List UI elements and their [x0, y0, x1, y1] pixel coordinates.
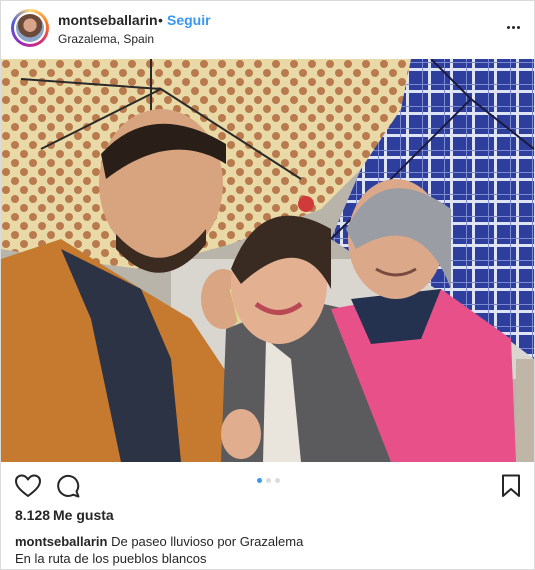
more-options-icon[interactable]: [506, 19, 522, 35]
post-photo[interactable]: [1, 59, 534, 462]
instagram-post: montseballarin • Seguir Grazalema, Spain: [0, 0, 535, 570]
more-dot: [517, 26, 520, 29]
username-link[interactable]: montseballarin: [58, 12, 158, 28]
carousel-dot-active: [257, 478, 262, 483]
caption-line-2: En la ruta de los pueblos blancos: [15, 551, 207, 566]
more-dot: [512, 26, 515, 29]
photo-illustration: [1, 59, 534, 462]
likes-label[interactable]: Me gusta: [53, 507, 114, 523]
more-dot: [507, 26, 510, 29]
separator-dot: •: [158, 12, 163, 28]
post-caption: montseballarin De paseo lluvioso por Gra…: [15, 533, 525, 567]
avatar[interactable]: [11, 9, 49, 47]
post-header: montseballarin • Seguir Grazalema, Spain: [1, 1, 534, 59]
follow-button[interactable]: Seguir: [167, 12, 211, 28]
likes-count[interactable]: 8.128: [15, 507, 50, 523]
caption-text: De paseo lluvioso por Grazalema: [111, 534, 304, 549]
carousel-indicator: [257, 478, 287, 484]
carousel-dot: [266, 478, 271, 483]
carousel-dot: [275, 478, 280, 483]
bookmark-icon[interactable]: [501, 474, 521, 498]
avatar-ring-gap: [14, 12, 46, 44]
location-link[interactable]: Grazalema, Spain: [58, 32, 154, 46]
avatar-image: [16, 14, 44, 42]
caption-username[interactable]: montseballarin: [15, 534, 107, 549]
heart-icon[interactable]: [15, 474, 41, 498]
comment-icon[interactable]: [56, 474, 80, 498]
caption-line-1: montseballarin De paseo lluvioso por Gra…: [15, 533, 525, 550]
